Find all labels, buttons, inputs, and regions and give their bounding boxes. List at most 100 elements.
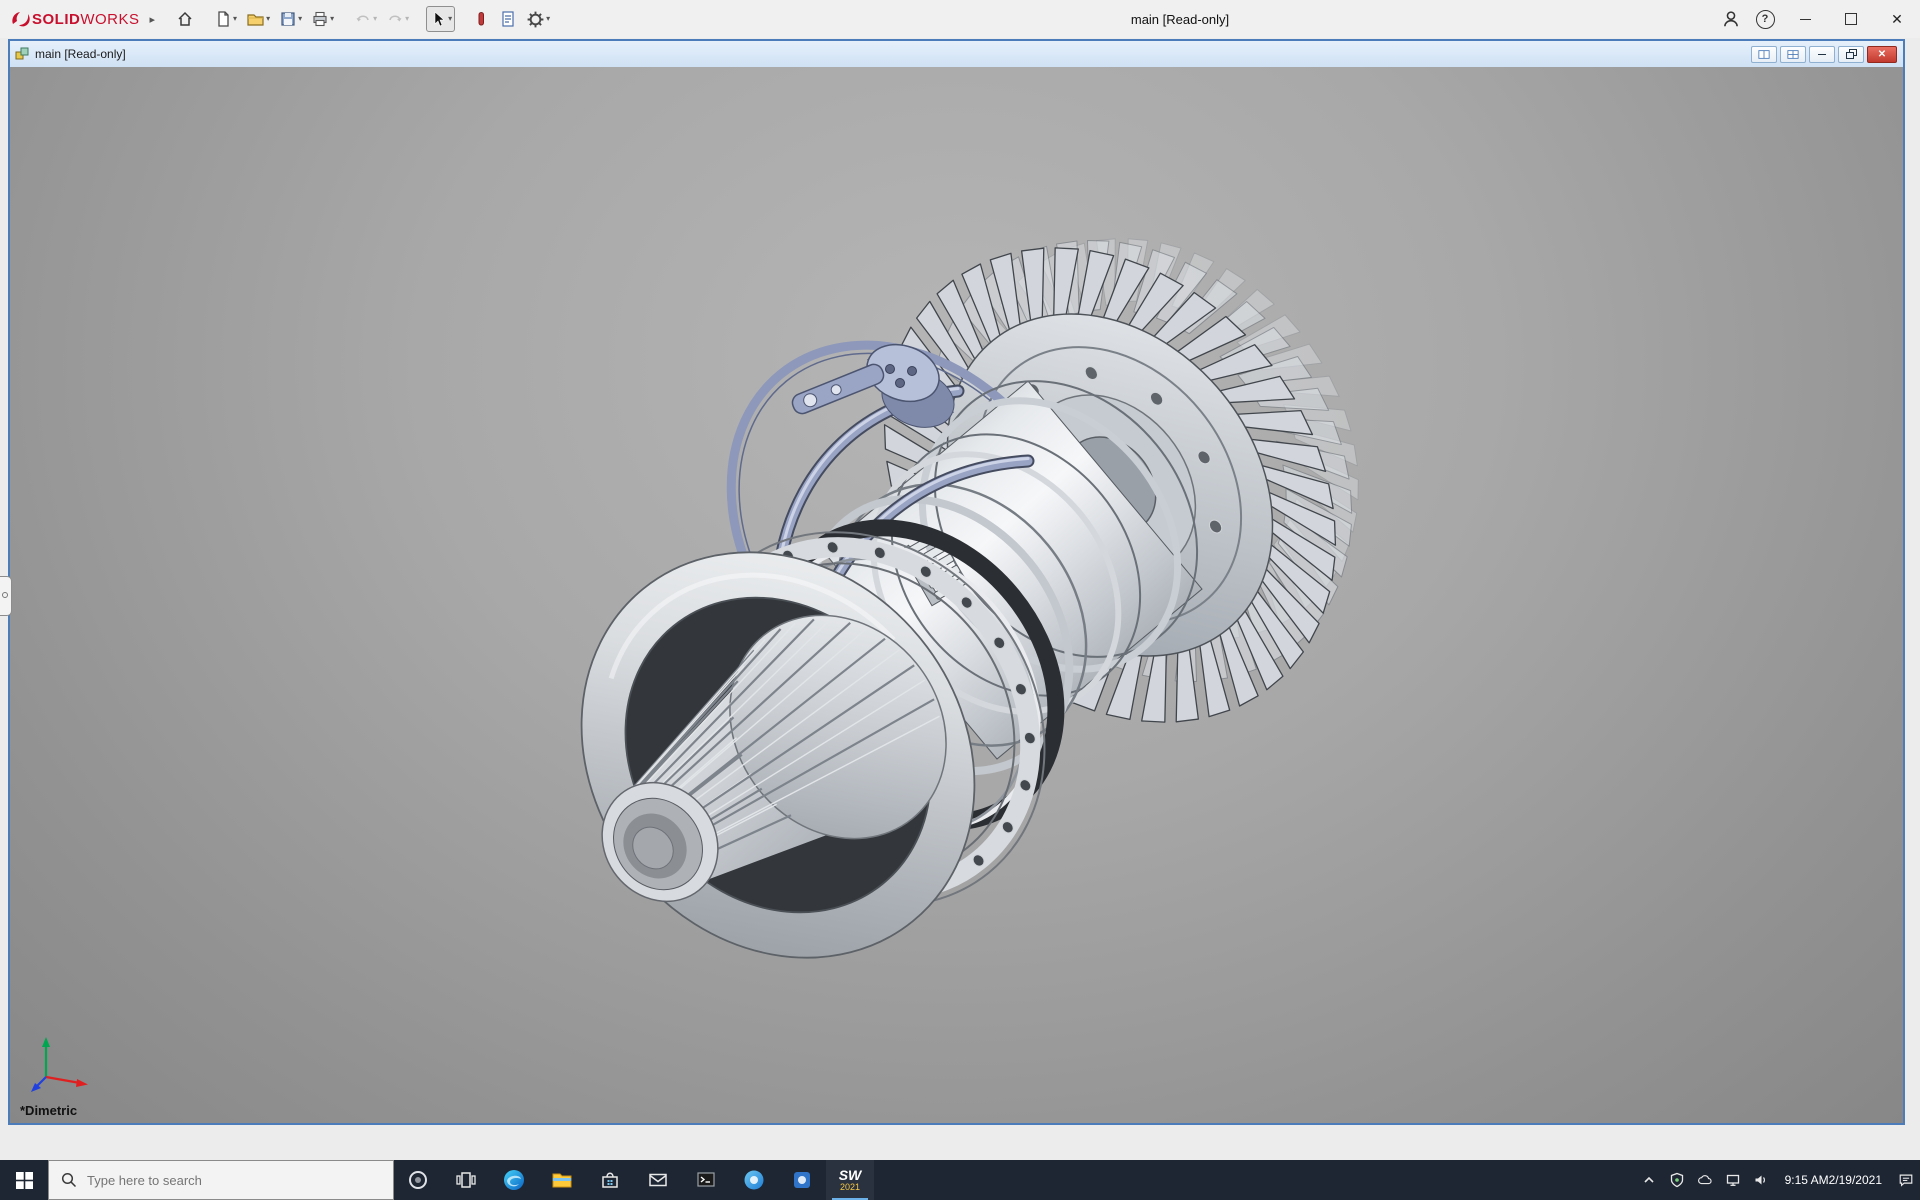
doc-minimize-button[interactable] bbox=[1809, 46, 1835, 63]
home-button[interactable] bbox=[173, 6, 197, 32]
mail-icon bbox=[646, 1168, 670, 1192]
brand-text-light: WORKS bbox=[80, 11, 139, 28]
print-caret[interactable]: ▾ bbox=[330, 15, 334, 23]
volume-tray-button[interactable] bbox=[1747, 1171, 1775, 1189]
minimize-icon bbox=[1800, 18, 1811, 20]
quick-access-toolbar: ▾ ▾ ▾ ▾ ▾ ▾ ▾ bbox=[173, 6, 553, 33]
orientation-triad[interactable] bbox=[28, 1025, 100, 1097]
blue-app-icon bbox=[790, 1168, 814, 1192]
document-titlebar[interactable]: main [Read-only] ✕ bbox=[10, 41, 1903, 68]
options-button[interactable]: ▾ bbox=[523, 6, 553, 33]
undo-caret[interactable]: ▾ bbox=[373, 15, 377, 23]
action-center-icon bbox=[1898, 1171, 1914, 1189]
solidworks-version-badge: 2021 bbox=[840, 1183, 860, 1192]
select-cursor-icon bbox=[429, 10, 447, 28]
system-tray: 9:15 AM 2/19/2021 bbox=[1635, 1160, 1920, 1200]
doc-close-button[interactable]: ✕ bbox=[1867, 46, 1897, 63]
document-title: main [Read-only] bbox=[35, 47, 126, 61]
app-icon-circle[interactable] bbox=[730, 1160, 778, 1200]
panel-tab-dot bbox=[2, 592, 8, 598]
ds-logo-icon bbox=[10, 9, 32, 29]
taskbar-clock[interactable]: 9:15 AM 2/19/2021 bbox=[1775, 1173, 1892, 1188]
hidden-icons-button[interactable] bbox=[1635, 1171, 1663, 1189]
cortana-button[interactable] bbox=[394, 1160, 442, 1200]
new-document-button[interactable]: ▾ bbox=[211, 6, 240, 32]
store-icon bbox=[598, 1168, 622, 1192]
display-tray-button[interactable] bbox=[1719, 1171, 1747, 1189]
save-button[interactable]: ▾ bbox=[276, 6, 305, 32]
graphics-viewport[interactable]: *Dimetric bbox=[10, 67, 1903, 1123]
app-maximize-button[interactable] bbox=[1828, 0, 1874, 38]
help-button[interactable]: ? bbox=[1748, 0, 1782, 38]
solidworks-taskbar-button[interactable]: SW 2021 bbox=[826, 1160, 874, 1200]
task-view-button[interactable] bbox=[442, 1160, 490, 1200]
doc-minimize-icon bbox=[1818, 53, 1826, 55]
solidworks-app-icon: SW bbox=[839, 1168, 862, 1182]
redo-button[interactable]: ▾ bbox=[383, 6, 412, 32]
start-button[interactable] bbox=[0, 1160, 48, 1200]
document-window-controls: ✕ bbox=[1751, 46, 1899, 63]
select-tool-button[interactable]: ▾ bbox=[426, 6, 455, 32]
split-vertical-icon bbox=[1758, 49, 1770, 60]
cloud-icon bbox=[1697, 1172, 1713, 1188]
collapsed-panel-tab[interactable] bbox=[0, 576, 12, 616]
terminal-button[interactable] bbox=[682, 1160, 730, 1200]
onedrive-tray-button[interactable] bbox=[1691, 1171, 1719, 1189]
file-explorer-button[interactable] bbox=[538, 1160, 586, 1200]
gear-icon bbox=[526, 10, 545, 29]
cortana-icon bbox=[407, 1169, 429, 1191]
doc-restore-button[interactable] bbox=[1838, 46, 1864, 63]
search-input[interactable] bbox=[85, 1172, 359, 1189]
mail-button[interactable] bbox=[634, 1160, 682, 1200]
undo-icon bbox=[354, 10, 372, 28]
app-window-controls: ? ✕ bbox=[1714, 0, 1920, 38]
select-tool-caret[interactable]: ▾ bbox=[448, 15, 452, 23]
windows-logo-icon bbox=[16, 1172, 33, 1189]
terminal-icon bbox=[694, 1168, 718, 1192]
chevron-up-icon bbox=[1641, 1172, 1657, 1188]
help-icon: ? bbox=[1756, 10, 1775, 29]
shield-icon bbox=[1669, 1172, 1685, 1188]
brand-text-bold: SOLID bbox=[32, 11, 80, 28]
round-app-icon bbox=[742, 1168, 766, 1192]
3d-model-jet-engine[interactable] bbox=[10, 67, 1903, 1123]
action-center-button[interactable] bbox=[1892, 1170, 1920, 1190]
view-orientation-label: *Dimetric bbox=[20, 1103, 77, 1118]
print-button[interactable]: ▾ bbox=[308, 6, 337, 32]
maximize-icon bbox=[1845, 13, 1857, 25]
user-icon bbox=[1721, 9, 1741, 29]
volume-icon bbox=[1753, 1172, 1769, 1188]
window-layout-button-2[interactable] bbox=[1780, 46, 1806, 63]
app-window-title: main [Read-only] bbox=[1131, 0, 1229, 38]
defender-tray-button[interactable] bbox=[1663, 1171, 1691, 1189]
clock-time: 9:15 AM bbox=[1785, 1173, 1829, 1188]
clock-date: 2/19/2021 bbox=[1829, 1173, 1882, 1188]
open-folder-icon bbox=[246, 10, 265, 28]
new-document-icon bbox=[214, 10, 232, 28]
red-capsule-icon bbox=[472, 10, 490, 28]
undo-button[interactable]: ▾ bbox=[351, 6, 380, 32]
store-button[interactable] bbox=[586, 1160, 634, 1200]
app-close-button[interactable]: ✕ bbox=[1874, 0, 1920, 38]
redo-icon bbox=[386, 10, 404, 28]
file-properties-icon bbox=[499, 10, 517, 28]
edge-browser-button[interactable] bbox=[490, 1160, 538, 1200]
save-caret[interactable]: ▾ bbox=[298, 15, 302, 23]
open-caret[interactable]: ▾ bbox=[266, 15, 270, 23]
print-icon bbox=[311, 10, 329, 28]
app-minimize-button[interactable] bbox=[1782, 0, 1828, 38]
window-layout-button-1[interactable] bbox=[1751, 46, 1777, 63]
open-button[interactable]: ▾ bbox=[243, 6, 273, 32]
save-icon bbox=[279, 10, 297, 28]
redo-caret[interactable]: ▾ bbox=[405, 15, 409, 23]
magnet-tool-button[interactable] bbox=[469, 6, 493, 32]
new-document-caret[interactable]: ▾ bbox=[233, 15, 237, 23]
account-button[interactable] bbox=[1714, 0, 1748, 38]
app-icon-blue[interactable] bbox=[778, 1160, 826, 1200]
file-properties-button[interactable] bbox=[496, 6, 520, 32]
menu-flyout-arrow[interactable]: ▸ bbox=[150, 13, 156, 26]
assembly-doc-icon bbox=[14, 46, 30, 62]
taskbar-search[interactable] bbox=[48, 1160, 394, 1200]
options-caret[interactable]: ▾ bbox=[546, 15, 550, 23]
split-grid-icon bbox=[1787, 49, 1799, 60]
